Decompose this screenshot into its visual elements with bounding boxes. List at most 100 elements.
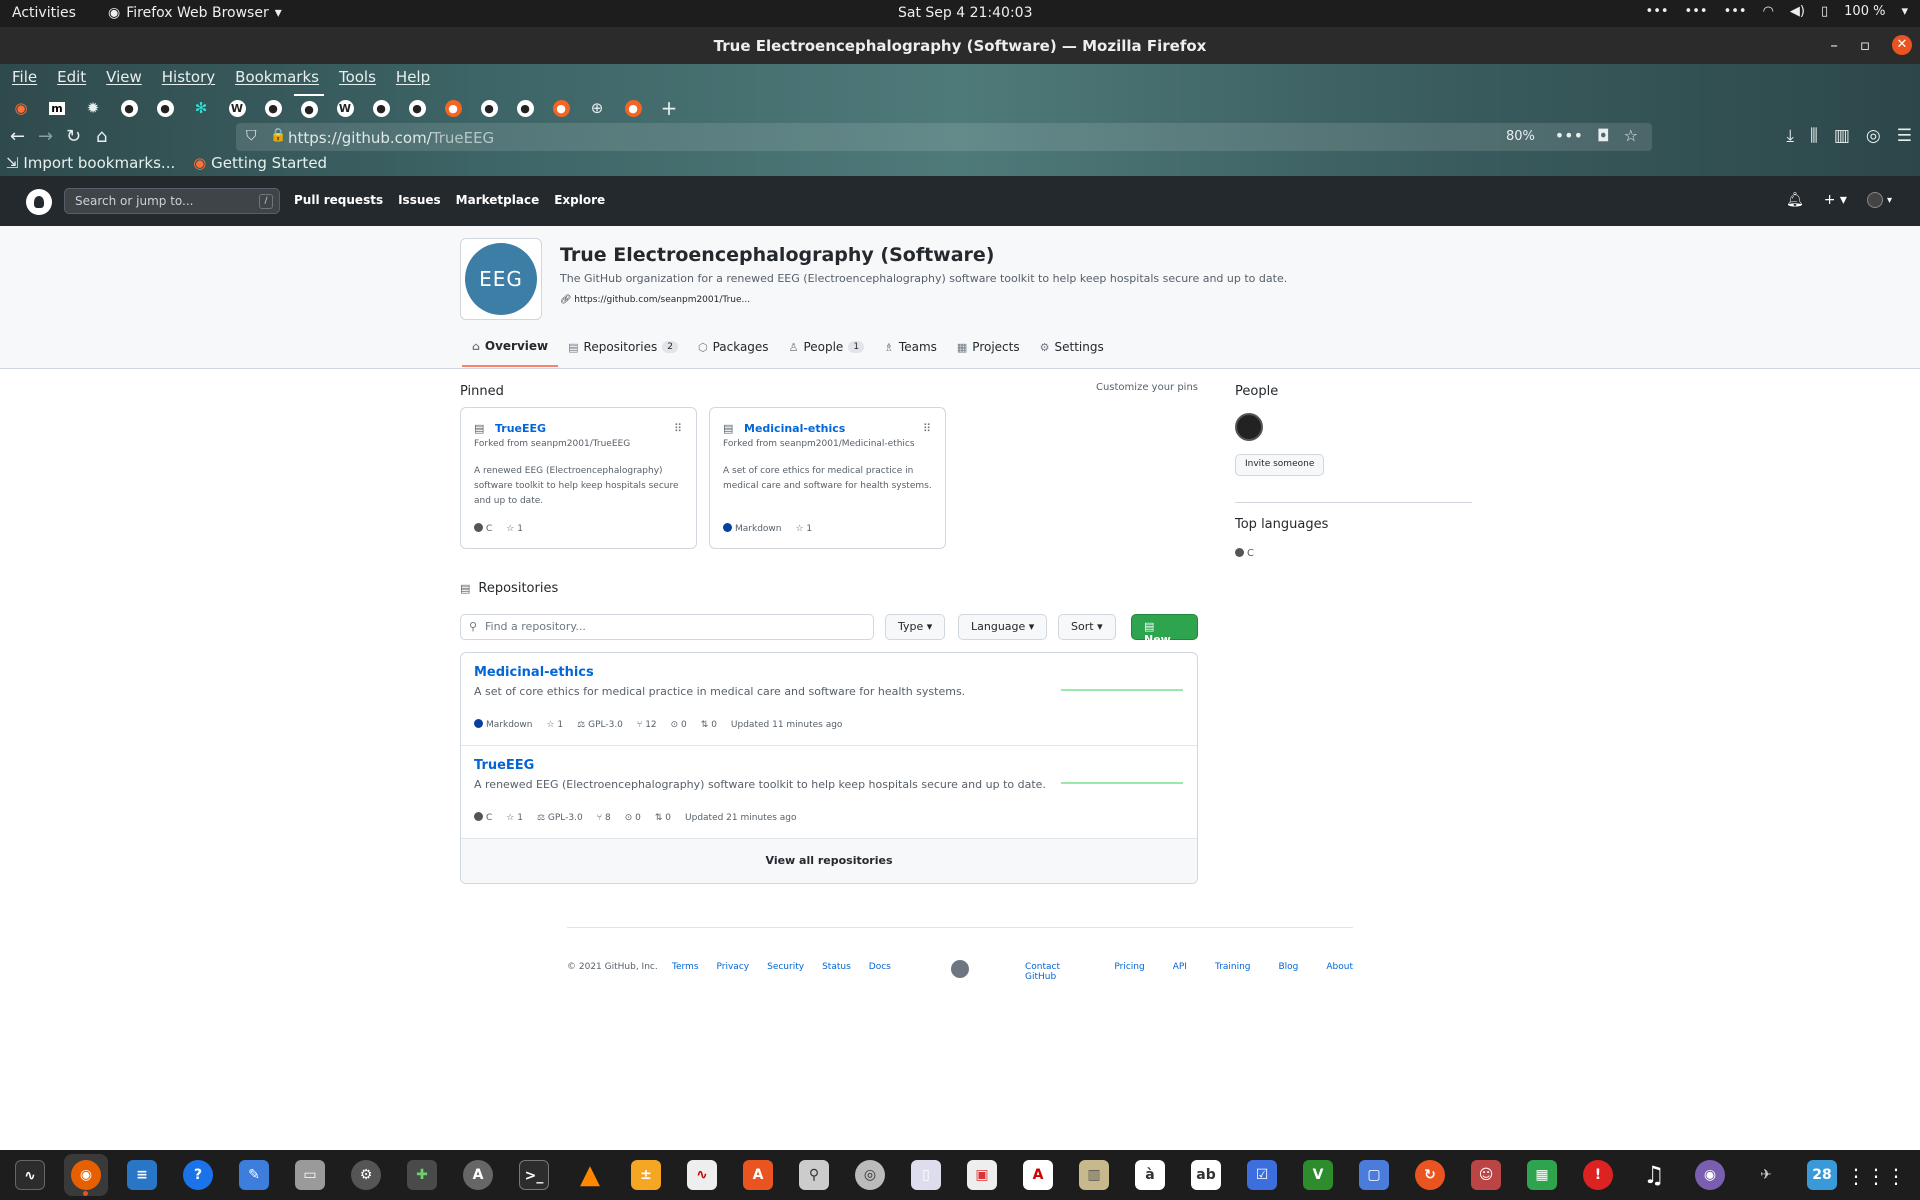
footer-link-docs[interactable]: Docs bbox=[869, 962, 891, 972]
tab-packages[interactable]: ⬡ Packages bbox=[688, 339, 779, 367]
dock-system-monitor[interactable]: ∿ bbox=[8, 1154, 52, 1196]
dock-todo[interactable]: ☑ bbox=[1240, 1154, 1284, 1196]
nav-explore[interactable]: Explore bbox=[554, 193, 605, 207]
hamburger-menu-icon[interactable]: ☰ bbox=[1897, 126, 1912, 146]
chevron-down-icon[interactable]: ▾ bbox=[1901, 4, 1908, 19]
dock-writer[interactable]: ≡ bbox=[120, 1154, 164, 1196]
footer-link-pricing[interactable]: Pricing bbox=[1114, 962, 1144, 982]
dock-calculator[interactable]: ± bbox=[624, 1154, 668, 1196]
dock-terminal[interactable]: >_ bbox=[512, 1154, 556, 1196]
stars-link[interactable]: ☆ 1 bbox=[506, 813, 523, 823]
dock-text-editor[interactable]: ✎ bbox=[232, 1154, 276, 1196]
dock-updater[interactable]: ↻ bbox=[1408, 1154, 1452, 1196]
system-tray[interactable]: ••• ••• ••• ◠ ◀) ▯ 100 % ▾ bbox=[1646, 4, 1908, 19]
tab-github[interactable]: ● bbox=[258, 94, 288, 122]
dock-calendar[interactable]: 28 bbox=[1800, 1154, 1844, 1196]
issues-link[interactable]: ⊙ 0 bbox=[671, 720, 687, 730]
tab-settings[interactable]: ✹ bbox=[78, 94, 108, 122]
menu-bookmarks[interactable]: Bookmarks bbox=[235, 68, 319, 86]
nav-issues[interactable]: Issues bbox=[398, 193, 441, 207]
tab-projects[interactable]: ▦ Projects bbox=[947, 339, 1030, 367]
pinned-repo-name[interactable]: Medicinal-ethics bbox=[744, 422, 845, 435]
tab-orange[interactable]: ● bbox=[618, 94, 648, 122]
dock-firefox[interactable]: ◉ bbox=[64, 1154, 108, 1196]
forks-link[interactable]: ⑂ 12 bbox=[637, 720, 657, 730]
battery-icon[interactable]: ▯ bbox=[1821, 4, 1828, 19]
org-link[interactable]: 🔗︎ https://github.com/seanpm2001/True... bbox=[560, 295, 750, 305]
dock-screen[interactable]: ▢ bbox=[1352, 1154, 1396, 1196]
dock-vim[interactable]: V bbox=[1296, 1154, 1340, 1196]
footer-link-contact[interactable]: Contact GitHub bbox=[1025, 962, 1086, 982]
forks-link[interactable]: ⑂ 8 bbox=[597, 813, 611, 823]
url-text[interactable]: https://github.com/TrueEEG bbox=[288, 129, 494, 147]
footer-link-blog[interactable]: Blog bbox=[1278, 962, 1298, 982]
tab-globe[interactable]: ⊕ bbox=[582, 94, 612, 122]
tab-github-active[interactable]: ● bbox=[294, 94, 324, 122]
home-icon[interactable]: ⌂ bbox=[96, 126, 107, 147]
repo-name[interactable]: Medicinal-ethics bbox=[474, 665, 594, 680]
tab-orange[interactable]: ● bbox=[438, 94, 468, 122]
menu-edit[interactable]: Edit bbox=[57, 68, 86, 86]
create-new-icon[interactable]: + ▾ bbox=[1824, 192, 1847, 208]
tab-people[interactable]: ♙ People 1 bbox=[779, 339, 874, 367]
tab-firefox[interactable]: ◉ bbox=[6, 94, 36, 122]
tab-wikipedia[interactable]: W bbox=[222, 94, 252, 122]
overflow-icon[interactable]: ••• bbox=[1724, 4, 1747, 19]
menu-tools[interactable]: Tools bbox=[339, 68, 376, 86]
pull-requests-link[interactable]: ⇅ 0 bbox=[655, 813, 671, 823]
shield-icon[interactable]: ⛉ bbox=[246, 128, 257, 144]
dock-app-a[interactable]: A bbox=[456, 1154, 500, 1196]
footer-link-api[interactable]: API bbox=[1173, 962, 1187, 982]
star-icon[interactable]: ☆ bbox=[1624, 126, 1638, 145]
sort-dropdown[interactable]: Sort ▾ bbox=[1058, 614, 1116, 640]
menu-file[interactable]: File bbox=[12, 68, 37, 86]
tab-github[interactable]: ● bbox=[366, 94, 396, 122]
tab-snowflake[interactable]: ✻ bbox=[186, 94, 216, 122]
stars-link[interactable]: ☆ 1 bbox=[546, 720, 563, 730]
pinned-repo-name[interactable]: TrueEEG bbox=[495, 422, 546, 435]
github-mark-icon[interactable] bbox=[951, 960, 969, 978]
footer-link-security[interactable]: Security bbox=[767, 962, 804, 972]
tab-github[interactable]: ● bbox=[510, 94, 540, 122]
close-icon[interactable]: ✕ bbox=[1892, 35, 1912, 55]
tab-github[interactable]: ● bbox=[114, 94, 144, 122]
nav-pull-requests[interactable]: Pull requests bbox=[294, 193, 383, 207]
search-input[interactable]: Search or jump to... / bbox=[64, 188, 280, 214]
tab-github[interactable]: ● bbox=[474, 94, 504, 122]
overflow-icon[interactable]: ••• bbox=[1646, 4, 1669, 19]
user-menu[interactable]: ▾ bbox=[1866, 192, 1892, 208]
minimize-icon[interactable]: – bbox=[1830, 36, 1838, 54]
dock-settings[interactable]: ⚙ bbox=[344, 1154, 388, 1196]
tab-wikipedia[interactable]: W bbox=[330, 94, 360, 122]
customize-pins-link[interactable]: Customize your pins bbox=[1096, 382, 1198, 393]
maximize-icon[interactable]: ▫ bbox=[1860, 36, 1870, 54]
tab-medium[interactable]: m bbox=[42, 94, 72, 122]
volume-icon[interactable]: ◀) bbox=[1790, 4, 1805, 19]
tab-orange[interactable]: ● bbox=[546, 94, 576, 122]
dock-pdf[interactable]: A bbox=[1016, 1154, 1060, 1196]
app-menu[interactable]: ◉ Firefox Web Browser ▾ bbox=[108, 5, 282, 21]
sidebar-icon[interactable]: ▥ bbox=[1834, 126, 1850, 146]
pull-requests-link[interactable]: ⇅ 0 bbox=[701, 720, 717, 730]
dock-doc-viewer[interactable]: ▯ bbox=[904, 1154, 948, 1196]
url-bar[interactable]: ⛉ 🔒 https://github.com/TrueEEG 80% ••• ◘… bbox=[236, 123, 1652, 151]
dock-image-viewer[interactable]: ⚲ bbox=[792, 1154, 836, 1196]
reload-icon[interactable]: ↻ bbox=[66, 126, 81, 147]
wifi-icon[interactable]: ◠ bbox=[1763, 4, 1774, 19]
dock-music[interactable]: ♫ bbox=[1632, 1154, 1676, 1196]
view-all-repositories-link[interactable]: View all repositories bbox=[461, 839, 1197, 883]
stars-link[interactable]: ☆ 1 bbox=[506, 524, 523, 534]
bookmark-import[interactable]: ⇲ Import bookmarks... bbox=[6, 154, 175, 172]
nav-marketplace[interactable]: Marketplace bbox=[456, 193, 540, 207]
stars-link[interactable]: ☆ 1 bbox=[795, 524, 812, 534]
menu-history[interactable]: History bbox=[162, 68, 215, 86]
tab-teams[interactable]: ♗ Teams bbox=[874, 339, 947, 367]
new-tab-button[interactable]: + bbox=[654, 94, 684, 122]
new-repository-button[interactable]: ▤ New bbox=[1131, 614, 1198, 646]
footer-link-status[interactable]: Status bbox=[822, 962, 851, 972]
type-dropdown[interactable]: Type ▾ bbox=[885, 614, 946, 640]
footer-link-about[interactable]: About bbox=[1326, 962, 1353, 982]
dock-character-map[interactable]: ab bbox=[1184, 1154, 1228, 1196]
menu-view[interactable]: View bbox=[106, 68, 142, 86]
language-dropdown[interactable]: Language ▾ bbox=[958, 614, 1048, 640]
